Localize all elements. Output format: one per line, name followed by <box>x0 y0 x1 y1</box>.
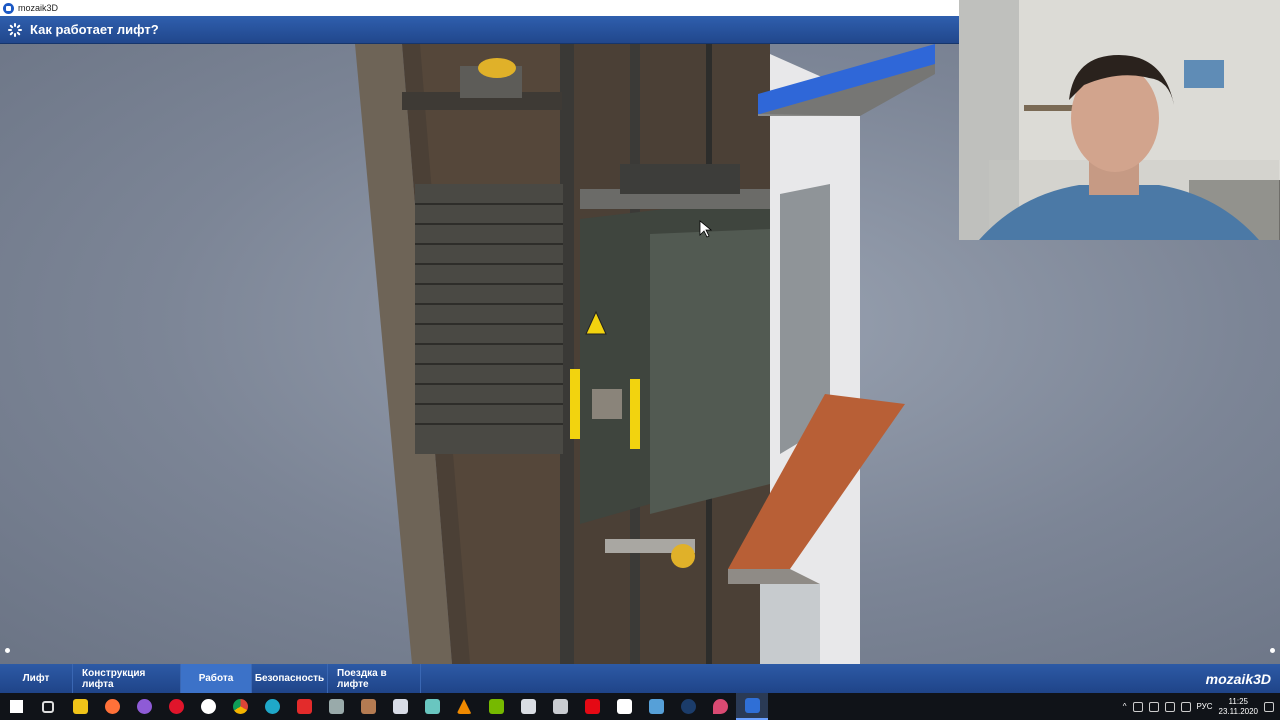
mozaik-icon[interactable] <box>736 693 768 720</box>
page-title: Как работает лифт? <box>30 22 159 37</box>
chevron-up-icon[interactable]: ^ <box>1123 702 1127 711</box>
yandex-browser-icon[interactable] <box>192 693 224 720</box>
app-icon[interactable] <box>320 693 352 720</box>
nvidia-icon[interactable] <box>480 693 512 720</box>
window-title-bar: mozaik3D <box>0 0 960 16</box>
windows-taskbar: ^ РУС 11:25 23.11.2020 <box>0 693 1280 720</box>
clock-date: 23.11.2020 <box>1218 706 1258 716</box>
file-explorer-icon[interactable] <box>64 693 96 720</box>
tab-lift-ride[interactable]: Поездка в лифте <box>328 664 421 693</box>
bottom-navigation: Лифт Конструкция лифта Работа Безопаснос… <box>0 664 1280 693</box>
menu-spinner-icon[interactable] <box>8 22 22 37</box>
mail-icon[interactable] <box>608 693 640 720</box>
yandex-icon[interactable] <box>288 693 320 720</box>
edge-icon[interactable] <box>256 693 288 720</box>
app-icon[interactable] <box>640 693 672 720</box>
language-indicator[interactable]: РУС <box>1197 702 1213 711</box>
tab-work[interactable]: Работа <box>181 664 252 693</box>
webcam-overlay <box>959 0 1280 240</box>
mozaik-app-icon <box>3 2 14 14</box>
volume-icon[interactable] <box>1164 701 1175 712</box>
microphone-icon[interactable] <box>1132 701 1143 712</box>
opera-icon[interactable] <box>160 693 192 720</box>
system-tray: ^ РУС 11:25 23.11.2020 <box>1123 697 1280 717</box>
app-icon[interactable] <box>416 693 448 720</box>
app-icon[interactable] <box>384 693 416 720</box>
netflix-icon[interactable] <box>576 693 608 720</box>
tab-safety[interactable]: Безопасность <box>252 664 328 693</box>
mozaik-logo: mozaik3D <box>1205 670 1271 687</box>
display-icon[interactable] <box>1180 701 1191 712</box>
steam-icon[interactable] <box>672 693 704 720</box>
firefox-icon[interactable] <box>96 693 128 720</box>
vlc-icon[interactable] <box>448 693 480 720</box>
app-header: Как работает лифт? <box>0 16 960 44</box>
task-view-icon[interactable] <box>32 693 64 720</box>
network-icon[interactable] <box>1148 701 1159 712</box>
corner-dot <box>1270 648 1275 653</box>
chrome-icon[interactable] <box>224 693 256 720</box>
clock[interactable]: 11:25 23.11.2020 <box>1219 697 1258 717</box>
corner-dot <box>5 648 10 653</box>
notifications-icon[interactable] <box>1264 701 1274 712</box>
app-icon[interactable] <box>128 693 160 720</box>
calculator-icon[interactable] <box>512 693 544 720</box>
window-title: mozaik3D <box>18 3 59 13</box>
app-icon[interactable] <box>704 693 736 720</box>
clock-time: 11:25 <box>1228 696 1248 706</box>
tab-lift[interactable]: Лифт <box>0 664 73 693</box>
windows-start-icon[interactable] <box>0 693 32 720</box>
camera-icon[interactable] <box>544 693 576 720</box>
app-icon[interactable] <box>352 693 384 720</box>
tab-lift-construction[interactable]: Конструкция лифта <box>73 664 181 693</box>
presenter-video <box>959 0 1280 240</box>
